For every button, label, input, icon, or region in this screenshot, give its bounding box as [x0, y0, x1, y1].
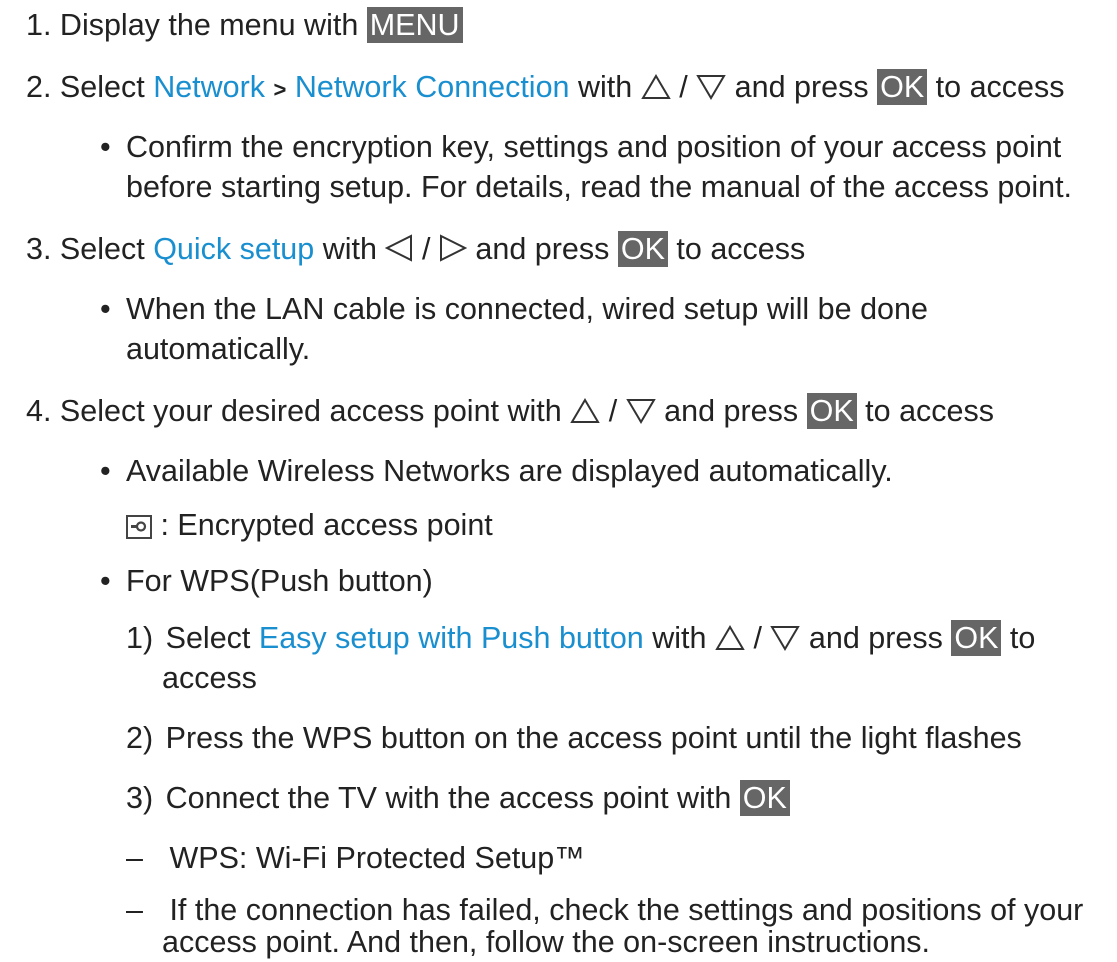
note-text: Available Wireless Networks are displaye… — [126, 454, 893, 488]
step-3: 3. Select Quick setup with / and press O… — [26, 229, 805, 269]
down-triangle-icon — [770, 626, 801, 651]
step-text: with — [322, 232, 377, 266]
step-text: Press the WPS button on the access point… — [165, 721, 1022, 755]
step-text: and press — [664, 394, 799, 428]
step-2: 2. Select Network > Network Connection w… — [26, 67, 1065, 110]
note-step-4-b: • For WPS(Push button) — [100, 561, 433, 601]
dash-note-1: – WPS: Wi-Fi Protected Setup™ — [126, 838, 585, 878]
link-network[interactable]: Network — [153, 70, 265, 104]
note-step-3: • When the LAN cable is connected, wired… — [100, 289, 928, 329]
step-text: to access — [676, 232, 806, 266]
slash: / — [608, 394, 618, 428]
step-text: and press — [475, 232, 610, 266]
step-text: Select — [165, 621, 251, 655]
left-triangle-icon — [385, 234, 413, 262]
lock-icon — [126, 515, 152, 539]
lock-legend: : Encrypted access point — [126, 505, 493, 545]
right-triangle-icon — [439, 234, 467, 262]
substep-number: 2) — [126, 721, 154, 755]
dash-note-2-cont: access point. And then, follow the on-sc… — [162, 922, 930, 962]
step-number: 3. — [26, 232, 52, 266]
step-4: 4. Select your desired access point with… — [26, 391, 994, 431]
note-text: automatically. — [126, 332, 311, 366]
slash: / — [679, 70, 688, 104]
note-text: When the LAN cable is connected, wired s… — [126, 292, 928, 326]
down-triangle-icon — [625, 399, 656, 424]
note-step-3-cont: automatically. — [126, 329, 310, 369]
bullet: • — [100, 564, 111, 598]
step-text: with — [652, 621, 707, 655]
breadcrumb-separator: > — [273, 77, 287, 102]
dash: – — [126, 841, 143, 875]
down-triangle-icon — [696, 75, 726, 100]
note-step-2-cont: before starting setup. For details, read… — [126, 167, 1072, 207]
step-text: and press — [734, 70, 869, 104]
wps-step-2: 2) Press the WPS button on the access po… — [126, 718, 1022, 758]
step-text: access — [162, 661, 257, 695]
note-step-4-a: • Available Wireless Networks are displa… — [100, 451, 893, 491]
bullet: • — [100, 130, 111, 164]
link-quick-setup[interactable]: Quick setup — [153, 232, 314, 266]
note-text: access point. And then, follow the on-sc… — [162, 925, 931, 959]
slash: / — [753, 621, 762, 655]
step-number: 1. — [26, 8, 52, 42]
step-text: Connect the TV with the access point wit… — [165, 781, 732, 815]
step-text: to access — [935, 70, 1065, 104]
bullet: • — [100, 454, 111, 488]
note-step-2: • Confirm the encryption key, settings a… — [100, 127, 1061, 167]
step-number: 2. — [26, 70, 52, 104]
wps-step-3: 3) Connect the TV with the access point … — [126, 778, 790, 818]
step-text: Select your desired access point with — [59, 394, 562, 428]
link-easy-setup-push-button[interactable]: Easy setup with Push button — [259, 621, 644, 655]
note-text: before starting setup. For details, read… — [126, 170, 1073, 204]
substep-number: 1) — [126, 621, 154, 655]
lock-legend-text: : Encrypted access point — [160, 508, 493, 542]
ok-key: OK — [617, 231, 668, 267]
step-text: Select — [59, 70, 145, 104]
up-triangle-icon — [640, 74, 671, 99]
substep-number: 3) — [126, 781, 154, 815]
step-text: with — [578, 70, 633, 104]
ok-key: OK — [951, 620, 1002, 656]
dash: – — [126, 893, 143, 927]
ok-key: OK — [806, 393, 857, 429]
step-text: Select — [59, 232, 145, 266]
note-text: For WPS(Push button) — [126, 564, 433, 598]
menu-key: MENU — [366, 7, 463, 43]
step-text: to access — [865, 394, 994, 428]
wps-step-1: 1) Select Easy setup with Push button wi… — [126, 618, 1035, 658]
step-text: to — [1009, 621, 1036, 655]
instruction-page: 1. Display the menu with MENU 2. Select … — [0, 0, 1117, 959]
note-text: Confirm the encryption key, settings and… — [126, 130, 1062, 164]
up-triangle-icon — [715, 625, 745, 650]
note-text: WPS: Wi-Fi Protected Setup™ — [169, 841, 585, 875]
up-triangle-icon — [570, 398, 600, 423]
step-1: 1. Display the menu with MENU — [26, 5, 463, 45]
ok-key: OK — [739, 780, 790, 816]
step-text: Display the menu with — [59, 8, 359, 42]
wps-step-1-cont: access — [162, 658, 257, 698]
link-network-connection[interactable]: Network Connection — [295, 70, 570, 104]
bullet: • — [100, 292, 111, 326]
slash: / — [421, 232, 431, 266]
step-text: and press — [808, 621, 943, 655]
ok-key: OK — [877, 69, 928, 105]
step-number: 4. — [26, 394, 52, 428]
